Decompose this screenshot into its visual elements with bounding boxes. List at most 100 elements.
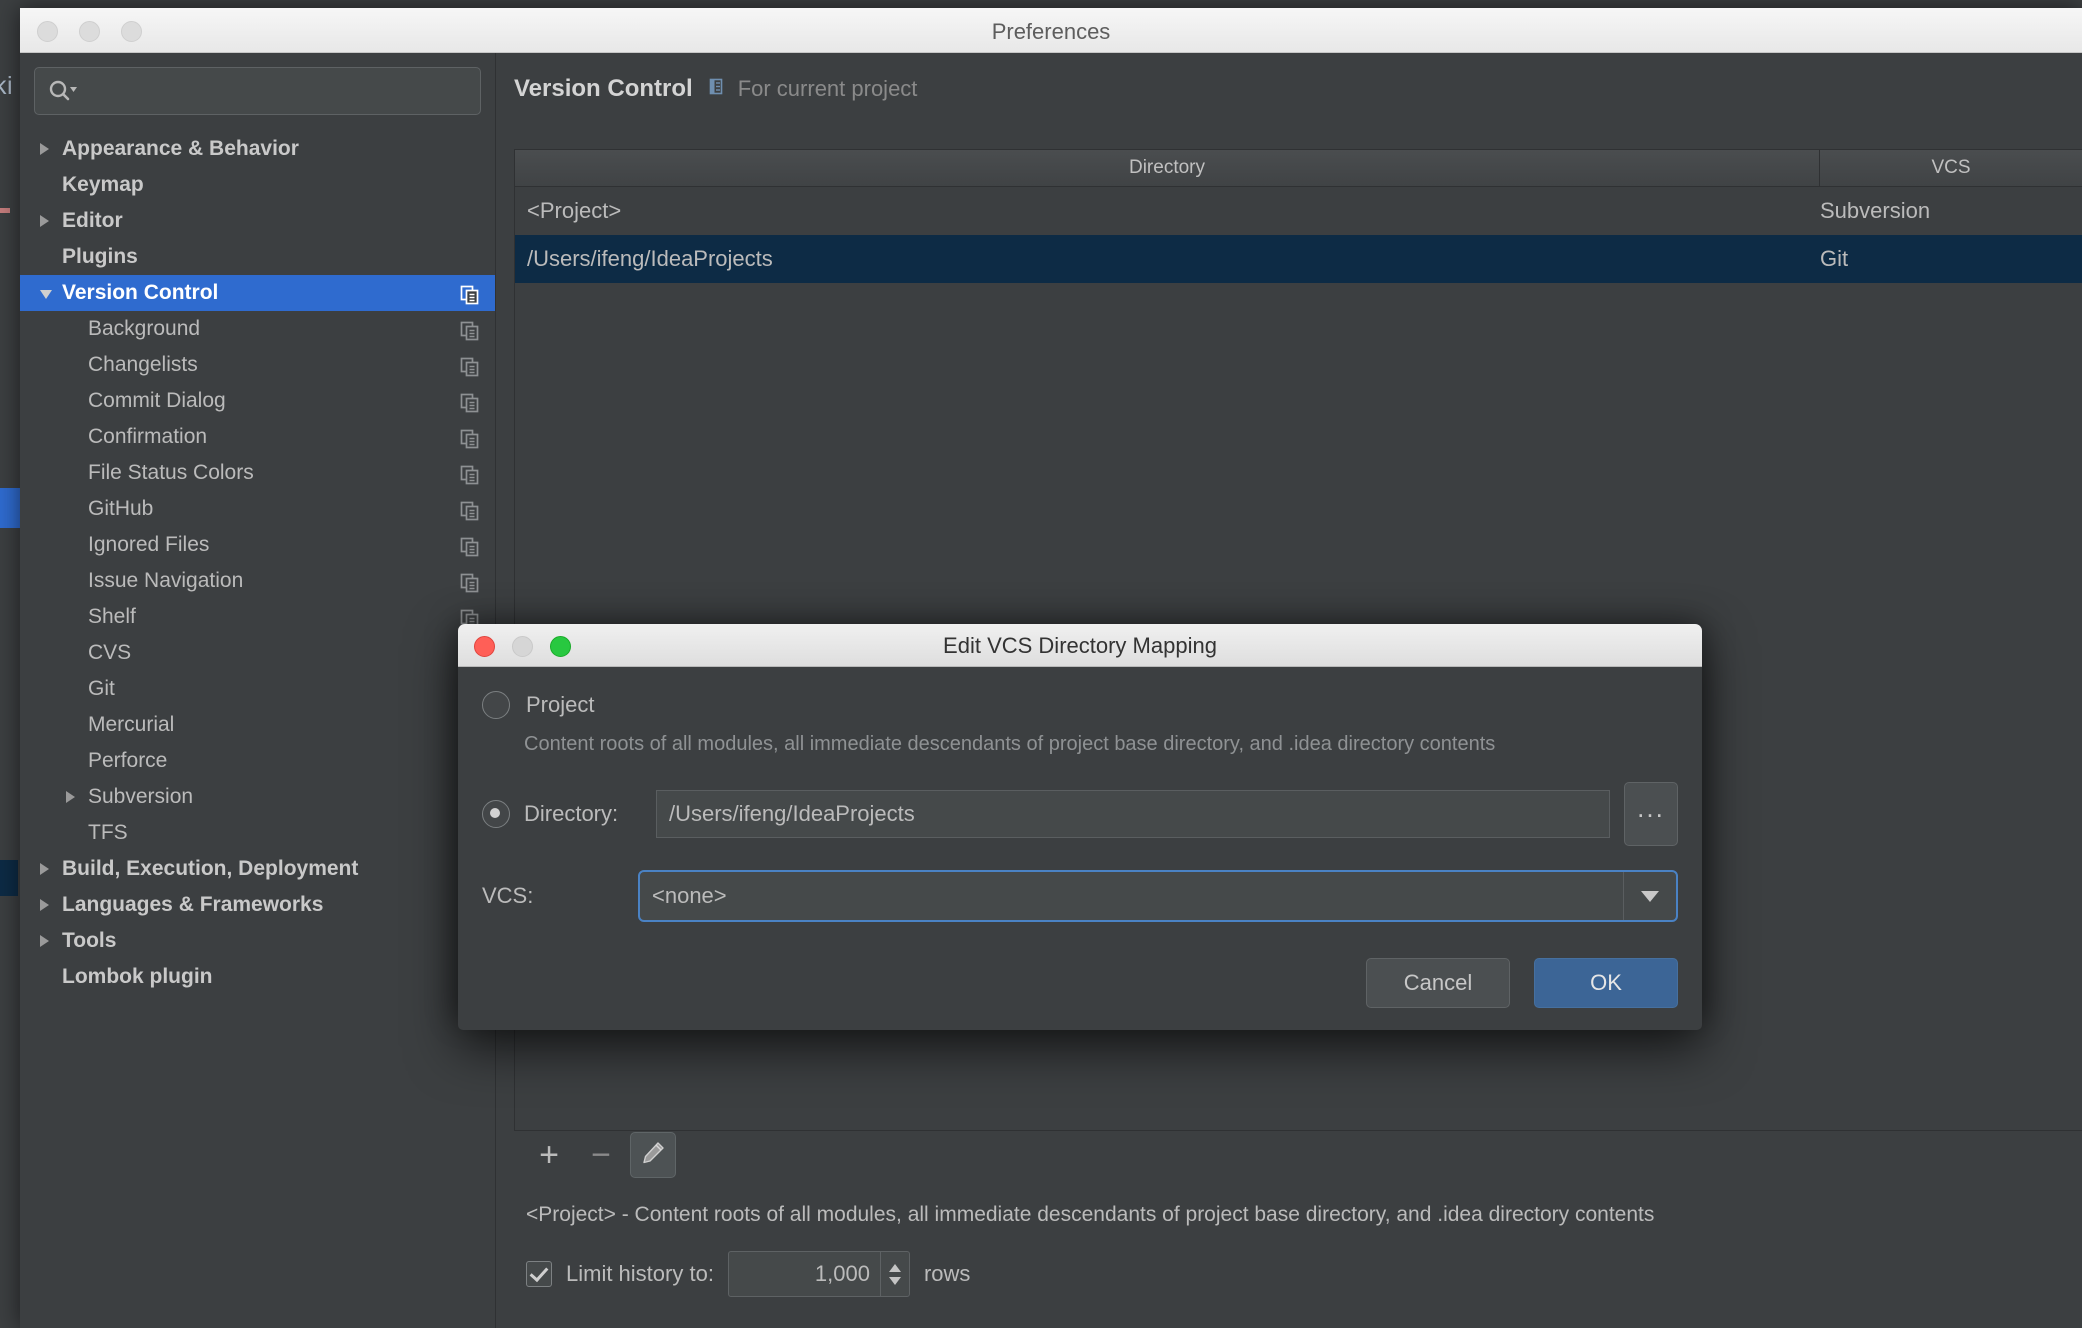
sidebar-item-label: TFS (88, 821, 128, 844)
vcs-select-arrow[interactable] (1623, 872, 1676, 920)
dialog-buttons: Cancel OK (482, 958, 1678, 1008)
table-row[interactable]: <Project> Subversion (515, 187, 2082, 235)
preferences-titlebar[interactable]: Preferences (20, 8, 2082, 53)
vcs-select[interactable]: <none> (638, 870, 1678, 922)
cell-vcs: Git (1820, 246, 1849, 271)
sidebar-item-languages-frameworks[interactable]: Languages & Frameworks (20, 887, 495, 923)
project-scope-icon (459, 284, 481, 311)
dialog-body: Project Content roots of all modules, al… (458, 667, 1702, 1030)
sidebar-item-label: Build, Execution, Deployment (62, 857, 359, 880)
table-header-row: Directory VCS (515, 150, 2082, 187)
sidebar-item-label: Commit Dialog (88, 389, 226, 412)
limit-history-value[interactable]: 1,000 (729, 1252, 880, 1296)
main-header: Version Control For current project (496, 53, 2082, 103)
background-editor-text: ki (0, 72, 14, 100)
sidebar-item-tools[interactable]: Tools (20, 923, 495, 959)
sidebar-item-editor[interactable]: Editor (20, 203, 495, 239)
sidebar-item-label: Lombok plugin (62, 965, 213, 988)
sidebar-item-mercurial[interactable]: Mercurial (20, 707, 495, 743)
sidebar-item-label: Git (88, 677, 115, 700)
limit-history-checkbox[interactable] (526, 1261, 552, 1287)
chevron-right-icon[interactable] (40, 863, 49, 875)
dialog-titlebar[interactable]: Edit VCS Directory Mapping (458, 624, 1702, 667)
chevron-down-icon[interactable] (888, 1276, 901, 1285)
chevron-right-icon[interactable] (40, 143, 49, 155)
chevron-right-icon[interactable] (40, 899, 49, 911)
search-icon (47, 79, 77, 108)
sidebar-item-issue-navigation[interactable]: Issue Navigation (20, 563, 495, 599)
column-header-vcs[interactable]: VCS (1820, 150, 2082, 186)
chevron-right-icon[interactable] (40, 215, 49, 227)
remove-mapping-label: − (591, 1136, 611, 1174)
sidebar-item-plugins[interactable]: Plugins (20, 239, 495, 275)
sidebar-item-label: Ignored Files (88, 533, 210, 556)
sidebar-item-subversion[interactable]: Subversion (20, 779, 495, 815)
sidebar-item-label: Plugins (62, 245, 138, 268)
pencil-icon (639, 1139, 667, 1172)
sidebar-item-github[interactable]: GitHub (20, 491, 495, 527)
chevron-right-icon[interactable] (66, 791, 75, 803)
sidebar-item-keymap[interactable]: Keymap (20, 167, 495, 203)
project-scope-icon (459, 500, 481, 527)
sidebar-item-tfs[interactable]: TFS (20, 815, 495, 851)
limit-history-label: Limit history to: (566, 1261, 714, 1286)
chevron-up-icon[interactable] (888, 1263, 901, 1272)
project-scope-icon (459, 428, 481, 455)
table-body: <Project> Subversion/Users/ifeng/IdeaProj… (515, 187, 2082, 283)
column-header-directory[interactable]: Directory (515, 150, 1820, 186)
sidebar-item-file-status-colors[interactable]: File Status Colors (20, 455, 495, 491)
search-box[interactable] (34, 67, 481, 116)
edit-vcs-directory-mapping-dialog: Edit VCS Directory Mapping Project Conte… (458, 624, 1702, 1030)
project-scope-icon (459, 356, 481, 383)
limit-history-suffix: rows (923, 1261, 971, 1286)
sidebar-item-label: Shelf (88, 605, 136, 628)
add-mapping-label: + (539, 1136, 559, 1174)
sidebar-item-version-control[interactable]: Version Control (20, 275, 495, 311)
table-toolbar: + − (514, 1131, 2082, 1179)
sidebar-item-ignored-files[interactable]: Ignored Files (20, 527, 495, 563)
remove-mapping-button[interactable]: − (578, 1132, 624, 1178)
edit-mapping-button[interactable] (630, 1132, 676, 1178)
chevron-down-icon[interactable] (40, 290, 52, 299)
sidebar-item-cvs[interactable]: CVS (20, 635, 495, 671)
sidebar-item-git[interactable]: Git (20, 671, 495, 707)
limit-history-stepper[interactable]: 1,000 (727, 1251, 910, 1297)
directory-radio[interactable] (482, 800, 510, 828)
ok-button[interactable]: OK (1534, 958, 1678, 1008)
mappings-footer-note: <Project> - Content roots of all modules… (526, 1203, 1655, 1226)
table-row[interactable]: /Users/ifeng/IdeaProjects Git (515, 235, 2082, 283)
sidebar-item-label: Subversion (88, 785, 194, 808)
cell-directory: /Users/ifeng/IdeaProjects (527, 246, 773, 271)
search-input[interactable] (93, 68, 472, 116)
sidebar-item-appearance-behavior[interactable]: Appearance & Behavior (20, 131, 495, 167)
add-mapping-button[interactable]: + (526, 1132, 572, 1178)
vcs-select-value: <none> (652, 883, 727, 908)
sidebar-item-label: Issue Navigation (88, 569, 244, 592)
sidebar-item-confirmation[interactable]: Confirmation (20, 419, 495, 455)
sidebar-item-label: CVS (88, 641, 132, 664)
sidebar-item-lombok-plugin[interactable]: Lombok plugin (20, 959, 495, 995)
sidebar-item-perforce[interactable]: Perforce (20, 743, 495, 779)
screen: ki Preferences Appearance & Behavior Key… (0, 0, 2082, 1328)
sidebar-item-changelists[interactable]: Changelists (20, 347, 495, 383)
stepper-arrows[interactable] (879, 1252, 909, 1296)
project-radio-label: Project (526, 692, 595, 717)
sidebar-item-background[interactable]: Background (20, 311, 495, 347)
directory-row: Directory: /Users/ifeng/IdeaProjects ... (482, 782, 1678, 846)
sidebar-item-shelf[interactable]: Shelf (20, 599, 495, 635)
sidebar-item-commit-dialog[interactable]: Commit Dialog (20, 383, 495, 419)
cell-vcs: Subversion (1820, 198, 1931, 223)
directory-radio-label: Directory: (524, 801, 619, 826)
settings-tree: Appearance & Behavior Keymap Editor Plugins… (20, 131, 495, 995)
project-radio-row[interactable]: Project (482, 691, 1678, 719)
chevron-right-icon[interactable] (40, 935, 49, 947)
browse-directory-button[interactable]: ... (1624, 782, 1678, 846)
sidebar-item-build-execution-deployment[interactable]: Build, Execution, Deployment (20, 851, 495, 887)
sidebar-item-label: Perforce (88, 749, 168, 772)
directory-input[interactable]: /Users/ifeng/IdeaProjects (656, 790, 1610, 838)
cancel-button[interactable]: Cancel (1366, 958, 1510, 1008)
project-scope-icon (459, 572, 481, 599)
project-radio[interactable] (482, 691, 510, 719)
sidebar-item-label: Languages & Frameworks (62, 893, 324, 916)
project-scope-icon (459, 320, 481, 347)
